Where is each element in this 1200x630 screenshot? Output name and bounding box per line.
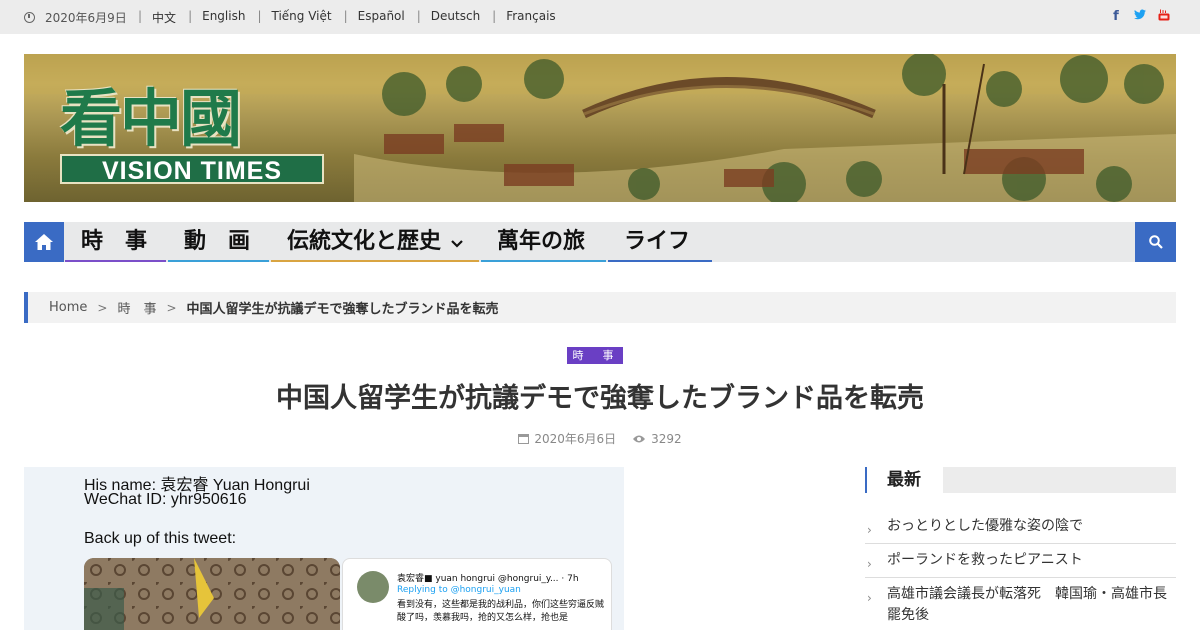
chevron-right-icon: ›	[867, 591, 872, 605]
logo-chinese: 看中國	[60, 82, 242, 155]
language-switcher: | 中文 | English | Tiếng Việt | Español | Deuts…	[138, 9, 556, 26]
main-nav: 時 事 動 画 伝統文化と歴史 萬年の旅 ライフ	[24, 222, 1176, 262]
nav-label: 時 事	[81, 229, 148, 254]
nav-label: 伝統文化と歴史	[287, 229, 442, 254]
search-button[interactable]	[1135, 222, 1176, 262]
sidebar-heading: 最新	[865, 467, 1176, 493]
nav-label: 萬年の旅	[497, 229, 586, 254]
breadcrumb-separator: >	[97, 300, 108, 315]
eye-icon	[633, 435, 646, 442]
breadcrumb-separator: >	[166, 300, 177, 315]
lang-link-vietnamese[interactable]: Tiếng Việt	[272, 9, 332, 26]
category-badge[interactable]: 時 事	[567, 347, 623, 364]
article-date: 2020年6月6日	[518, 430, 616, 447]
breadcrumb-current: 中国人留学生が抗議デモで強奪したブランド品を転売	[186, 302, 499, 317]
chevron-down-icon	[450, 240, 463, 248]
nav-label: ライフ	[624, 229, 691, 254]
twitter-icon[interactable]	[1134, 9, 1146, 25]
latest-posts-list: › おっとりとした優雅な姿の陰で › ポーランドを救ったピアニスト › 高雄市議…	[865, 510, 1176, 630]
home-icon	[35, 234, 53, 250]
lang-link-chinese[interactable]: 中文	[152, 9, 176, 26]
image-text-backup: Back up of this tweet:	[84, 530, 237, 547]
nav-item-current-affairs[interactable]: 時 事	[65, 222, 166, 262]
sidebar-heading-label: 最新	[867, 467, 943, 493]
article-meta: 2020年6月6日 3292	[0, 430, 1200, 447]
lang-link-spanish[interactable]: Español	[358, 9, 405, 26]
social-links: f	[1110, 9, 1170, 25]
top-bar: 2020年6月9日 | 中文 | English | Tiếng Việt | Espa…	[0, 0, 1200, 34]
logo-english: VISION TIMES	[60, 154, 324, 185]
article-views: 3292	[632, 430, 682, 447]
list-item-title: 高雄市議会議長が転落死 韓国瑜・高雄市長罷免後	[887, 586, 1167, 623]
tweet-reply: Replying to @hongrui_yuan	[397, 585, 521, 595]
lang-link-english[interactable]: English	[202, 9, 245, 26]
article-views-count: 3292	[651, 431, 682, 446]
tweet-author: 袁宏睿■ yuan hongrui @hongrui_y... · 7h	[397, 574, 579, 584]
breadcrumb: Home > 時 事 > 中国人留学生が抗議デモで強奪したブランド品を転売	[24, 292, 1176, 323]
nav-label: 動 画	[184, 229, 251, 254]
article-featured-image[interactable]: His name: 袁宏睿 Yuan Hongrui WeChat ID: yh…	[24, 467, 624, 630]
list-item-title: ポーランドを救ったピアニスト	[887, 552, 1083, 568]
nav-item-culture-history[interactable]: 伝統文化と歴史	[271, 222, 479, 262]
date-text: 2020年6月9日	[45, 11, 127, 25]
breadcrumb-home[interactable]: Home	[49, 300, 87, 315]
nav-item-video[interactable]: 動 画	[168, 222, 269, 262]
clock-icon	[24, 12, 35, 23]
current-date: 2020年6月9日	[24, 9, 127, 26]
list-item[interactable]: › ポーランドを救ったピアニスト	[865, 544, 1176, 578]
lang-link-german[interactable]: Deutsch	[431, 9, 480, 26]
calendar-icon	[518, 434, 530, 444]
image-text-wechat: WeChat ID: yhr950616	[84, 491, 247, 508]
list-item[interactable]: › おっとりとした優雅な姿の陰で	[865, 510, 1176, 544]
avatar	[357, 571, 389, 603]
list-item-title: おっとりとした優雅な姿の陰で	[887, 518, 1083, 534]
chevron-right-icon: ›	[867, 523, 872, 537]
breadcrumb-category[interactable]: 時 事	[117, 298, 156, 317]
site-banner[interactable]: 看中國 VISION TIMES	[24, 54, 1176, 202]
article-title: 中国人留学生が抗議デモで強奪したブランド品を転売	[276, 383, 924, 414]
tweet-text: 看到没有，这些都是我的战利品，你们这些穷逼反贼酸了吗，羡慕我吗，抢的又怎么样，抢…	[397, 600, 605, 623]
nav-item-journey[interactable]: 萬年の旅	[481, 222, 606, 262]
facebook-icon[interactable]: f	[1110, 9, 1122, 25]
article-date-text: 2020年6月6日	[534, 432, 617, 446]
youtube-icon[interactable]	[1158, 9, 1170, 25]
tweet-screenshot: 袁宏睿■ yuan hongrui @hongrui_y... · 7h Rep…	[342, 558, 612, 630]
search-icon	[1148, 235, 1163, 249]
chevron-right-icon: ›	[867, 557, 872, 571]
lang-link-french[interactable]: Français	[506, 9, 555, 26]
home-button[interactable]	[24, 222, 64, 262]
handbag-photo	[84, 558, 340, 630]
list-item[interactable]: › 高雄市議会議長が転落死 韓国瑜・高雄市長罷免後	[865, 578, 1176, 630]
nav-item-life[interactable]: ライフ	[608, 222, 712, 262]
